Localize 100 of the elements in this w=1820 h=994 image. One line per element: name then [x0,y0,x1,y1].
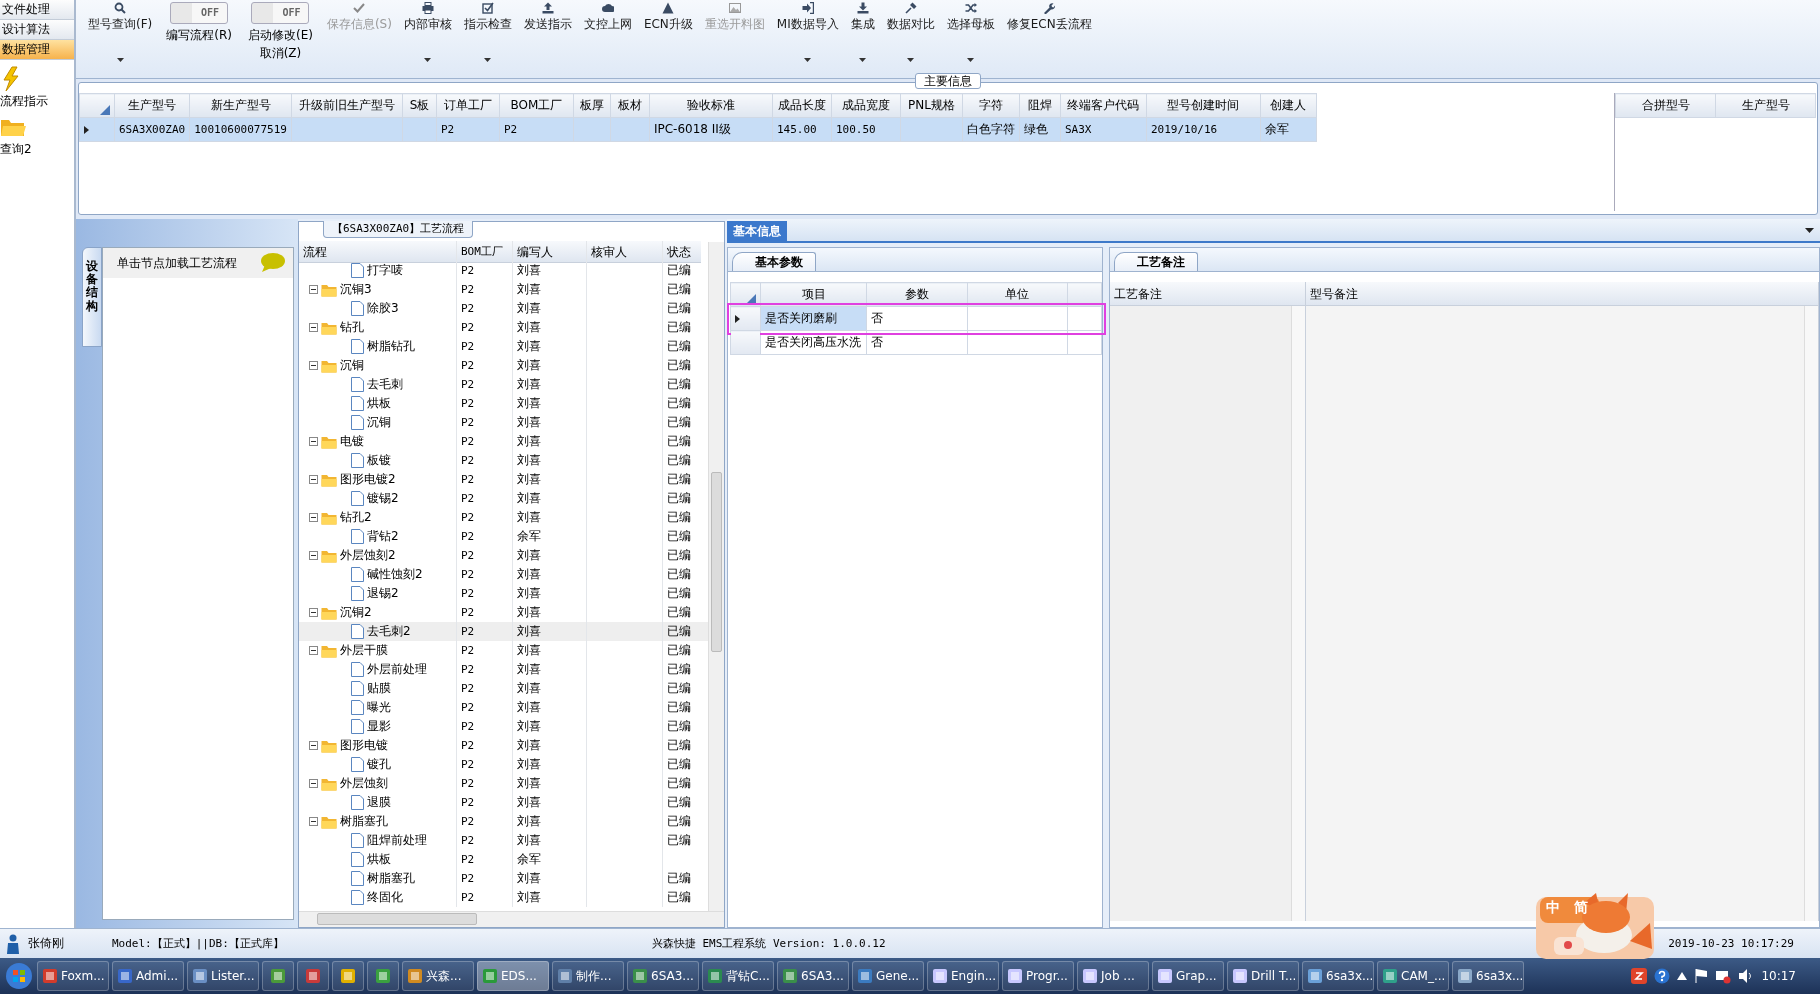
taskbar-button[interactable]: 6SA3... [627,961,699,991]
column-header[interactable]: 型号创建时间 [1146,93,1261,118]
toolbar-button[interactable]: 修复ECN丢流程 [1000,0,1098,66]
column-header[interactable]: 订单工厂 [436,93,500,118]
collapse-icon[interactable] [309,361,318,371]
column-header[interactable]: BOM工厂 [457,240,513,263]
taskbar-button[interactable]: Admi... [112,961,184,991]
collapse-icon[interactable] [309,513,318,523]
process-step[interactable]: 烘板 [367,394,391,414]
process-step[interactable]: 碱性蚀刻2 [367,565,423,585]
process-step[interactable]: 贴膜 [367,679,391,699]
expand-arrow-icon[interactable] [1677,972,1688,980]
toolbar-button[interactable]: 内部审核 [397,0,458,66]
taskbar-button[interactable] [262,961,294,991]
process-step[interactable]: 图形电镀 [340,736,388,756]
start-icon[interactable] [4,961,34,991]
column-header[interactable]: 项目 [760,282,867,307]
process-step[interactable]: 退锡2 [367,584,399,604]
column-header[interactable]: 单位 [967,282,1068,307]
column-header[interactable]: 合拼型号 [1615,93,1716,118]
collapse-icon[interactable] [309,551,318,561]
toggle-switch[interactable]: OFF [251,2,310,24]
table-cell[interactable]: 是否关闭高压水洗 [760,330,867,355]
tab[interactable]: 工艺备注 [1114,251,1198,271]
process-step[interactable]: 沉铜 [367,413,391,433]
collapse-icon[interactable] [309,323,318,333]
process-step[interactable]: 打字唛 [367,261,403,281]
column-header[interactable]: S板 [402,93,437,118]
process-step[interactable]: 沉铜3 [340,280,372,300]
sidebar-item[interactable]: 数据管理 [0,40,74,60]
process-step[interactable]: 板镀 [367,451,391,471]
column-header[interactable]: 型号备注 [1306,282,1819,306]
column-header[interactable]: 创建人 [1260,93,1317,118]
column-header[interactable]: 状态 [663,240,701,263]
process-step[interactable]: 钻孔2 [340,508,372,528]
scrollbar[interactable] [299,911,724,927]
toolbar-button[interactable]: 文控上网 [577,0,638,66]
process-step[interactable]: 外层前处理 [367,660,427,680]
process-step[interactable]: 电镀 [340,432,364,452]
process-step[interactable]: 显影 [367,717,391,737]
process-step[interactable]: 终固化 [367,888,403,908]
process-step[interactable]: 除胶3 [367,299,399,319]
process-step[interactable]: 曝光 [367,698,391,718]
toolbar-button[interactable]: 型号查询(F) [82,0,159,66]
process-step[interactable]: 外层蚀刻 [340,774,388,794]
help-icon[interactable] [1654,968,1671,984]
tool-label[interactable]: 查询2 [0,142,32,157]
column-header[interactable]: 验收标准 [649,93,773,118]
taskbar-button[interactable]: CAM_... [1377,961,1449,991]
column-header[interactable]: 参数 [866,282,968,307]
taskbar-button[interactable]: 背钻C... [702,961,774,991]
table-cell[interactable]: 否 [866,306,968,331]
network-icon[interactable] [1715,968,1732,984]
table-cell[interactable]: 是否关闭磨刷 [760,306,867,331]
collapse-icon[interactable] [309,817,318,827]
toolbar-button[interactable]: ECN升级 [637,0,699,66]
process-step[interactable]: 外层干膜 [340,641,388,661]
tool-label[interactable]: 流程指示 [0,94,48,109]
column-header[interactable]: BOM工厂 [499,93,574,118]
process-step[interactable]: 退膜 [367,793,391,813]
process-step[interactable]: 去毛刺 [367,375,403,395]
toolbar-button[interactable]: 指示检查 [457,0,518,66]
column-header[interactable]: 成品宽度 [831,93,901,118]
taskbar-button[interactable]: Foxm... [37,961,109,991]
taskbar-button[interactable] [332,961,364,991]
toolbar-button[interactable]: 集成 [844,0,881,66]
tab[interactable]: 基本参数 [732,251,816,271]
collapse-icon[interactable] [309,437,318,447]
process-step[interactable]: 树脂钻孔 [367,337,415,357]
tab[interactable]: 基本信息 [727,220,787,241]
toolbar-button[interactable]: 发送指示 [517,0,578,66]
process-step[interactable]: 镀锡2 [367,489,399,509]
taskbar-button[interactable]: 兴森... [402,961,474,991]
column-header[interactable]: 工艺备注 [1110,282,1306,306]
process-step[interactable]: 图形电镀2 [340,470,396,490]
dropdown-icon[interactable] [1805,228,1814,233]
collapse-icon[interactable] [309,475,318,485]
taskbar-button[interactable]: EDS... [477,961,549,991]
taskbar-button[interactable]: Job ... [1077,961,1149,991]
taskbar-button[interactable]: Grap... [1152,961,1224,991]
toolbar-button[interactable]: 数据对比 [880,0,941,66]
process-step[interactable]: 沉铜2 [340,603,372,623]
collapse-icon[interactable] [309,741,318,751]
process-step[interactable]: 树脂塞孔 [340,812,388,832]
input-method-icon[interactable] [1631,968,1648,984]
process-step[interactable]: 钻孔 [340,318,364,338]
column-header[interactable]: 生产型号 [1715,93,1816,118]
column-header[interactable]: 板材 [610,93,650,118]
column-header[interactable]: 新生产型号 [189,93,292,118]
process-step[interactable]: 阻焊前处理 [367,831,427,851]
process-step[interactable]: 树脂塞孔 [367,869,415,889]
sidebar-item[interactable]: 文件处理 [0,0,74,20]
process-step[interactable]: 烘板 [367,850,391,870]
column-header[interactable]: 阻焊 [1019,93,1061,118]
collapse-icon[interactable] [309,608,318,618]
column-header[interactable]: 升级前旧生产型号 [291,93,403,118]
toggle-switch[interactable]: OFF [170,2,229,24]
collapse-icon[interactable] [309,779,318,789]
column-header[interactable]: 成品长度 [772,93,832,118]
taskbar-button[interactable]: Engin... [927,961,999,991]
